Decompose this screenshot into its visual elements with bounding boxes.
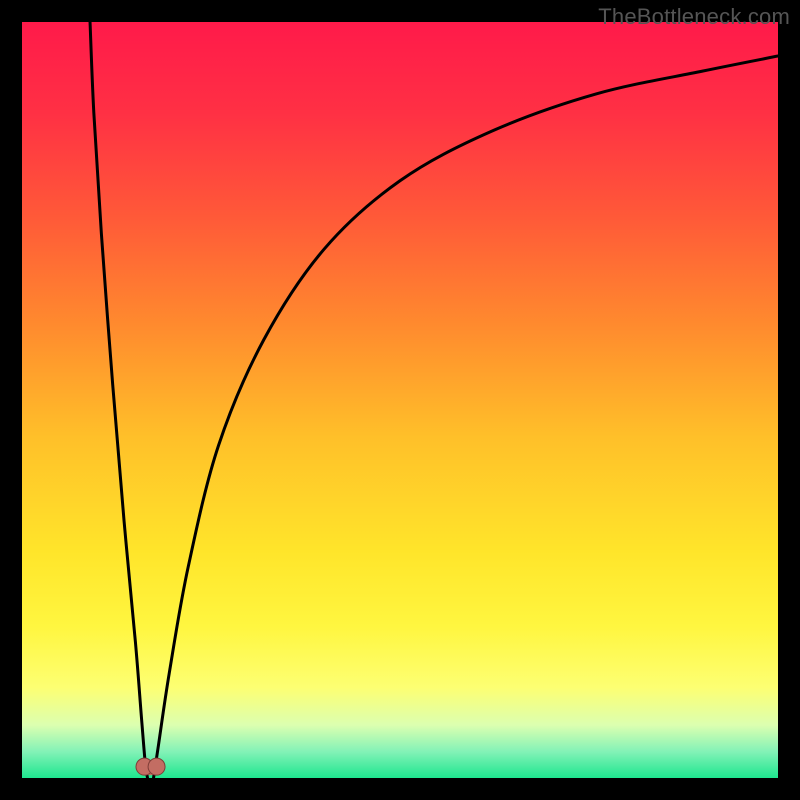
bottleneck-chart <box>22 22 778 778</box>
gradient-background <box>22 22 778 778</box>
plot-area <box>22 22 778 778</box>
attribution-text: TheBottleneck.com <box>598 4 790 30</box>
chart-container: TheBottleneck.com <box>0 0 800 800</box>
minimum-marker <box>148 758 165 775</box>
minimum-markers <box>136 758 165 775</box>
